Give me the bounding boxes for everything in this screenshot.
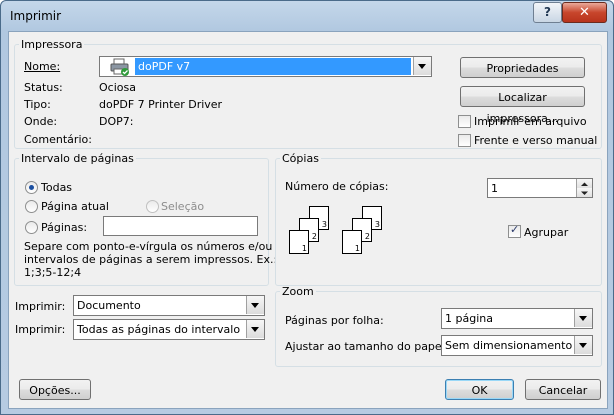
copies-count-value: 1: [491, 182, 498, 195]
collate-checkbox[interactable]: [508, 223, 521, 238]
copies-preview-1: 3 2 1: [289, 200, 339, 260]
copies-preview-2: 3 2 1: [342, 200, 392, 260]
pages-per-sheet-select[interactable]: 1 página: [441, 308, 593, 329]
properties-button[interactable]: Propriedades: [460, 57, 585, 78]
range-pages-radio[interactable]: [25, 221, 38, 234]
ok-button[interactable]: OK: [445, 379, 514, 400]
range-current-radio[interactable]: [25, 200, 38, 213]
dialog-title: Imprimir: [10, 9, 62, 23]
print-what-label: Imprimir:: [15, 300, 66, 313]
copies-legend: Cópias: [282, 152, 319, 165]
range-selection-radio[interactable]: [146, 200, 159, 213]
printer-name-value: doPDF v7: [135, 58, 411, 75]
range-all-label: Todas: [41, 181, 73, 194]
chevron-down-icon[interactable]: [246, 320, 264, 338]
range-help-line-3: 1;3;5-12;4: [24, 266, 82, 279]
close-button[interactable]: ✕: [562, 2, 607, 23]
duplex-checkbox[interactable]: [458, 134, 471, 147]
printer-name-label: Nome:: [24, 60, 61, 73]
status-label: Status:: [24, 81, 63, 94]
type-value: doPDF 7 Printer Driver: [99, 98, 223, 111]
pages-per-sheet-value: 1 página: [445, 312, 493, 325]
print-what-value: Documento: [77, 299, 141, 312]
range-help-line-2: intervalos de páginas a serem impressos.…: [24, 253, 278, 266]
print-to-file-checkbox[interactable]: [458, 115, 471, 128]
range-pages-label: Páginas:: [41, 221, 88, 234]
print-to-file-label: Imprimir em arquivo: [474, 115, 587, 128]
title-bar[interactable]: Imprimir ? ✕: [1, 1, 613, 31]
comment-label: Comentário:: [24, 133, 92, 146]
print-range-value: Todas as páginas do intervalo: [77, 323, 241, 336]
options-button[interactable]: Opções...: [19, 379, 91, 400]
copies-count-label: Número de cópias:: [285, 180, 389, 193]
print-dialog: Imprimir ? ✕ Impressora Nome: doPDF v7 S…: [0, 0, 614, 415]
where-label: Onde:: [24, 115, 58, 128]
print-what-select[interactable]: Documento: [73, 295, 265, 316]
chevron-down-icon[interactable]: [246, 296, 264, 314]
find-printer-button[interactable]: Localizar impressora...: [460, 86, 585, 125]
dialog-body: Impressora Nome: doPDF v7 Status: Ociosa…: [8, 31, 608, 409]
duplex-label: Frente e verso manual: [474, 134, 598, 147]
where-value: DOP7:: [99, 115, 134, 128]
scale-label: Ajustar ao tamanho do papel:: [285, 340, 449, 353]
chevron-down-icon[interactable]: [413, 57, 431, 75]
preview-page-1: 1: [289, 230, 309, 254]
page-range-legend: Intervalo de páginas: [21, 152, 134, 165]
printer-name-select[interactable]: doPDF v7: [99, 56, 432, 77]
print-range-select[interactable]: Todas as páginas do intervalo: [73, 319, 265, 340]
status-value: Ociosa: [99, 81, 136, 94]
pages-input[interactable]: [103, 216, 258, 236]
spin-down-icon[interactable]: [576, 188, 592, 197]
range-help-line-1: Separe com ponto-e-vírgula os números e/…: [24, 240, 273, 253]
printer-group-legend: Impressora: [21, 38, 83, 51]
help-button[interactable]: ?: [533, 2, 562, 23]
chevron-down-icon[interactable]: [574, 336, 592, 354]
printer-icon: [110, 58, 129, 76]
range-current-label: Página atual: [41, 200, 109, 213]
type-label: Tipo:: [24, 98, 51, 111]
range-selection-label: Seleção: [161, 200, 205, 213]
scale-select[interactable]: Sem dimensionamento: [441, 335, 593, 356]
preview-page-1: 1: [342, 230, 362, 254]
cancel-button[interactable]: Cancelar: [525, 379, 601, 400]
collate-label: Agrupar: [524, 226, 569, 239]
copies-count-spinner[interactable]: 1: [487, 178, 593, 198]
scale-value: Sem dimensionamento: [445, 339, 573, 352]
pages-per-sheet-label: Páginas por folha:: [285, 314, 384, 327]
range-all-radio[interactable]: [25, 181, 38, 194]
print-range-label: Imprimir:: [15, 323, 66, 336]
chevron-down-icon[interactable]: [574, 309, 592, 327]
zoom-legend: Zoom: [282, 285, 314, 298]
